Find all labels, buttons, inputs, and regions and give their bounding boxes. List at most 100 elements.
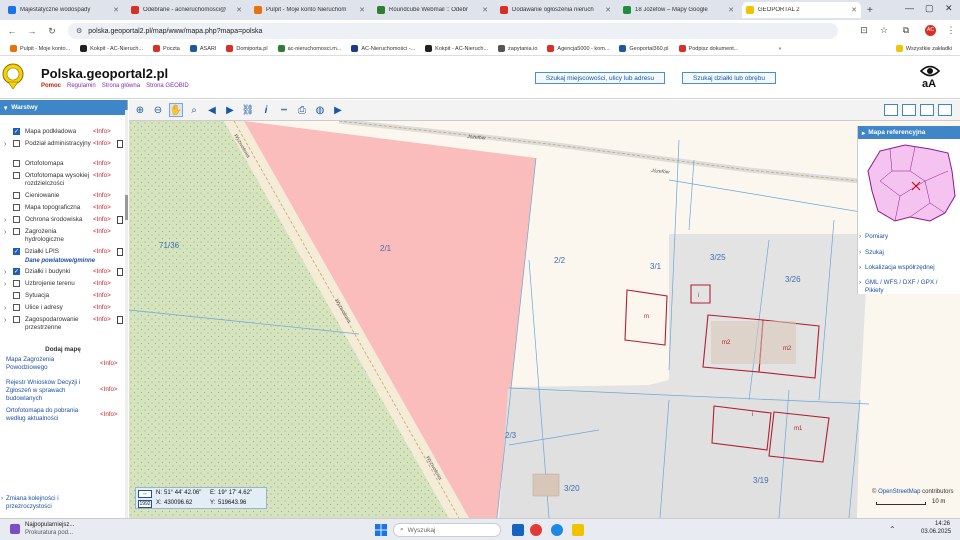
eye-icon[interactable] <box>920 65 940 77</box>
zoom-in-icon[interactable]: ⊕ <box>133 103 147 117</box>
bookmark-item[interactable]: Wszystkie zakładki <box>895 45 952 52</box>
layer-checkbox[interactable] <box>13 128 20 135</box>
layout-split-icon[interactable] <box>938 104 952 116</box>
map-canvas[interactable]: 71/36 2/1 2/2 3/1 3/25 3/26 2/3 3/20 3/1… <box>129 100 960 518</box>
profile-avatar[interactable]: AC <box>925 25 936 36</box>
legend-doc-icon[interactable] <box>117 316 123 324</box>
edge-icon[interactable] <box>551 524 563 536</box>
orthophoto-download-link[interactable]: Ortofotomapa do pobrania według aktualno… <box>6 407 96 423</box>
close-tab-icon[interactable]: ✕ <box>113 6 119 14</box>
bookmark-item[interactable]: » <box>778 46 781 52</box>
new-tab-button[interactable]: + <box>867 5 873 16</box>
layer-order-link[interactable]: › Zmiana kolejności i przezroczystości <box>1 495 106 511</box>
search-parcel-button[interactable]: Szukaj działki lub obrębu <box>682 72 776 84</box>
expand-arrow-icon[interactable]: › <box>4 141 6 148</box>
system-tray-icon[interactable]: ⌃ <box>889 525 896 534</box>
coordinate-system-badge[interactable]: 1992 <box>138 500 152 508</box>
url-field[interactable]: ⚙ polska.geoportal2.pl/map/www/mapa.php?… <box>68 23 838 39</box>
previous-view-icon[interactable]: ◀ <box>205 103 219 117</box>
layer-info-link[interactable]: <Info> <box>93 216 111 223</box>
taskbar-search[interactable]: ⌕ Wyszukaj <box>393 523 501 537</box>
layer-checkbox[interactable] <box>13 292 20 299</box>
search-address-button[interactable]: Szukaj miejscowości, ulicy lub adresu <box>535 72 665 84</box>
pan-hand-icon[interactable]: ✋ <box>169 103 183 117</box>
layer-info-link[interactable]: <Info> <box>93 140 111 147</box>
legend-doc-icon[interactable] <box>117 248 123 256</box>
browser-tab[interactable]: GEOPORTAL 2 ✕ <box>742 2 861 18</box>
layers-scrollbar[interactable] <box>125 110 128 518</box>
expand-arrow-icon[interactable]: › <box>4 305 6 312</box>
layer-info-link[interactable]: <Info> <box>93 204 111 211</box>
home-link[interactable]: Strona główna <box>102 83 140 89</box>
layer-info-link[interactable]: <Info> <box>93 128 111 135</box>
expand-arrow-icon[interactable]: › <box>4 269 6 276</box>
expand-arrow-icon[interactable]: › <box>4 229 6 236</box>
browser-tab[interactable]: Pulpit - Moje konto Nieruchom ✕ <box>250 2 369 18</box>
bookmark-item[interactable]: Geoportal360.pl <box>619 45 669 52</box>
clock-time[interactable]: 14:26 <box>935 521 950 527</box>
font-size-button[interactable]: aA <box>922 78 936 90</box>
bookmark-item[interactable]: Domiporta.pl <box>226 45 268 52</box>
coordinate-location-link[interactable]: Lokalizacja współrzędnej <box>859 264 935 272</box>
layer-info-link[interactable]: <Info> <box>93 192 111 199</box>
layer-checkbox[interactable] <box>13 280 20 287</box>
measure-icon[interactable]: ┅ <box>277 103 291 117</box>
layer-info-link[interactable]: <Info> <box>93 268 111 275</box>
minimize-icon[interactable]: — <box>905 3 914 13</box>
bookmark-item[interactable]: ac-nieruchomosci.m... <box>277 45 341 52</box>
layer-checkbox[interactable] <box>13 192 20 199</box>
bookmark-item[interactable]: Pulpit - Moje konto... <box>10 45 70 52</box>
windows-start-icon[interactable] <box>375 524 387 536</box>
browser-tab[interactable]: Odebrane - acnieruchomosci@ ✕ <box>127 2 246 18</box>
file-explorer-icon[interactable] <box>572 524 584 536</box>
print-icon[interactable]: ⎙ <box>295 103 309 117</box>
bookmark-item[interactable]: AC-Nieruchomości -... <box>351 45 415 52</box>
back-icon[interactable]: ← <box>4 26 20 36</box>
expand-arrow-icon[interactable]: › <box>4 281 6 288</box>
reference-panel-header[interactable]: ▸ Mapa referencyjna <box>858 126 960 139</box>
export-link[interactable]: GML / WFS / DXF / GPX / Pikiety <box>859 279 957 295</box>
legend-doc-icon[interactable] <box>117 216 123 224</box>
layer-checkbox[interactable] <box>13 216 20 223</box>
close-tab-icon[interactable]: ✕ <box>851 6 857 14</box>
maximize-icon[interactable]: ▢ <box>925 3 934 14</box>
flood-map-link[interactable]: Mapa Zagrożenia Powodziowego <box>6 356 91 372</box>
layer-checkbox[interactable] <box>13 172 20 179</box>
install-icon[interactable]: ⊡ <box>858 25 870 37</box>
close-tab-icon[interactable]: ✕ <box>605 6 611 14</box>
openstreetmap-link[interactable]: OpenStreetMap <box>878 489 920 495</box>
layer-info-link[interactable]: <Info> <box>93 316 111 323</box>
news-subtitle[interactable]: Prokuratura pod... <box>25 530 73 536</box>
layer-info-link[interactable]: <Info> <box>93 292 111 299</box>
site-title[interactable]: Polska.geoportal2.pl <box>41 66 168 81</box>
zoom-out-icon[interactable]: ⊖ <box>151 103 165 117</box>
reference-map[interactable] <box>860 141 960 226</box>
browser-tab[interactable]: Roundcube Webmail :: Odebr ✕ <box>373 2 492 18</box>
bookmark-item[interactable]: zapytania.io <box>498 45 537 52</box>
link-icon[interactable]: ⛓ <box>241 103 255 117</box>
news-widget-icon[interactable] <box>10 524 20 534</box>
layer-checkbox[interactable] <box>13 304 20 311</box>
geobid-link[interactable]: Strona GEOBID <box>146 83 189 89</box>
bookmark-item[interactable]: Agencja5000 - kom... <box>547 45 609 52</box>
building-register-link[interactable]: Rejestr Wniosków Decyzji i Zgłoszeń w sp… <box>6 379 96 403</box>
layer-checkbox[interactable] <box>13 228 20 235</box>
layers-scroll-thumb[interactable] <box>125 195 128 220</box>
layer-checkbox[interactable] <box>13 316 20 323</box>
bookmark-star-icon[interactable]: ☆ <box>878 25 890 37</box>
layer-checkbox[interactable] <box>13 140 20 147</box>
bookmark-item[interactable]: Poczta <box>153 45 180 52</box>
close-tab-icon[interactable]: ✕ <box>482 6 488 14</box>
layer-info-link[interactable]: <Info> <box>93 248 111 255</box>
expand-arrow-icon[interactable]: › <box>4 317 6 324</box>
layer-checkbox[interactable] <box>13 268 20 275</box>
bookmark-item[interactable]: Podpisz dokument... <box>678 45 738 52</box>
layer-checkbox[interactable] <box>13 248 20 255</box>
layout-left-icon[interactable] <box>902 104 916 116</box>
flood-map-info[interactable]: <Info> <box>100 360 118 368</box>
legend-doc-icon[interactable] <box>117 140 123 148</box>
clock-date[interactable]: 03.06.2025 <box>921 529 951 535</box>
browser-tab[interactable]: 18 Józefów – Mapy Google ✕ <box>619 2 738 18</box>
expand-arrow-icon[interactable]: › <box>4 217 6 224</box>
site-info-icon[interactable]: ⚙ <box>76 27 82 35</box>
